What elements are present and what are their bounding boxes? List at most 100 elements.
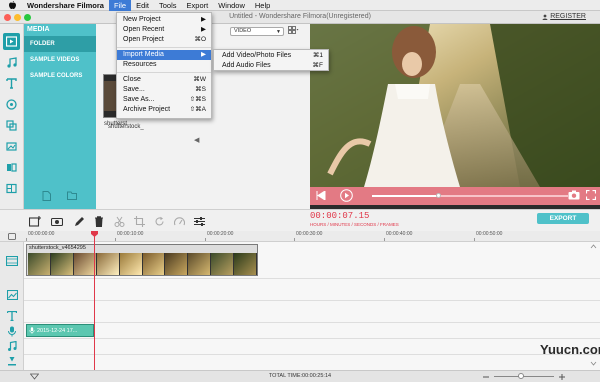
ruler-tick xyxy=(26,238,27,241)
clip-frame xyxy=(165,253,189,275)
ruler-settings-icon[interactable] xyxy=(8,233,16,242)
edit-pencil-icon[interactable] xyxy=(72,214,86,228)
media-type-dropdown[interactable]: VIDEO ▼ xyxy=(230,27,284,36)
video-track-icon[interactable] xyxy=(5,254,19,268)
menu-help[interactable]: Help xyxy=(250,0,275,11)
previous-frame-button[interactable] xyxy=(316,191,326,200)
menu-item-add-video-photo[interactable]: Add Video/Photo Files ⌘1 xyxy=(214,51,328,61)
zoom-slider[interactable] xyxy=(494,373,554,379)
playhead[interactable] xyxy=(94,232,95,370)
menu-item-new-project[interactable]: New Project ▶ xyxy=(117,15,211,25)
watermark-text: Yuucn.com xyxy=(540,342,600,357)
zoom-in-icon[interactable] xyxy=(558,373,566,382)
video-clip-frames xyxy=(28,253,257,275)
voiceover-clip[interactable]: 2015-12-24 17... xyxy=(26,324,94,337)
menu-item-save[interactable]: Save... ⌘S xyxy=(117,85,211,95)
menu-separator xyxy=(117,72,211,73)
ruler-tick xyxy=(294,238,295,241)
timeline-ruler[interactable]: 00:00:00:00 00:00:10:00 00:00:20:00 00:0… xyxy=(0,231,600,242)
clip-frame xyxy=(119,253,143,275)
menu-app-name[interactable]: Wondershare Filmora xyxy=(22,0,109,11)
menu-export[interactable]: Export xyxy=(182,0,214,11)
ruler-tick xyxy=(474,238,475,241)
menu-window[interactable]: Window xyxy=(213,0,250,11)
status-bar: TOTAL TIME:00:00:25:14 xyxy=(0,370,600,382)
split-screen-tab-icon[interactable] xyxy=(3,180,20,197)
pip-track-icon[interactable] xyxy=(5,288,19,302)
filters-tab-icon[interactable] xyxy=(3,96,20,113)
timeline-tracks[interactable]: shutterstock_v4654295 2015-12-24 17... xyxy=(24,242,600,370)
menu-item-shortcut: ⌘1 xyxy=(312,52,323,59)
video-clip[interactable]: shutterstock_v4654295 xyxy=(26,244,258,276)
category-sample-colors[interactable]: SAMPLE COLORS xyxy=(24,68,96,84)
menu-item-open-project[interactable]: Open Project ⌘O xyxy=(117,35,211,45)
voiceover-mic-icon[interactable] xyxy=(5,324,19,338)
cut-scissors-icon[interactable] xyxy=(112,214,126,228)
play-button[interactable] xyxy=(340,189,353,202)
fullscreen-icon[interactable] xyxy=(586,190,596,200)
menu-item-label: Open Project xyxy=(123,36,164,43)
menu-edit[interactable]: Edit xyxy=(131,0,154,11)
menu-tools[interactable]: Tools xyxy=(154,0,182,11)
register-label: REGISTER xyxy=(550,13,586,20)
apple-icon[interactable] xyxy=(8,1,16,10)
register-link[interactable]: REGISTER xyxy=(542,13,586,20)
thumbnail-label-2: shutterstock_ xyxy=(108,124,144,130)
folder-icon[interactable] xyxy=(67,191,77,203)
submenu-arrow-icon: ▶ xyxy=(201,51,206,58)
music-tab-icon[interactable] xyxy=(3,54,20,71)
menu-item-resources[interactable]: Resources xyxy=(117,60,211,70)
music-track-icon[interactable] xyxy=(5,339,19,353)
playback-control-bar xyxy=(310,187,600,205)
menu-item-shortcut: ⇧⌘S xyxy=(189,96,206,103)
menu-item-label: Add Video/Photo Files xyxy=(222,52,292,59)
menu-item-label: Import Media xyxy=(123,51,164,58)
add-media-icon[interactable] xyxy=(28,214,42,228)
media-tab-icon[interactable] xyxy=(3,33,20,50)
export-button[interactable]: EXPORT xyxy=(537,213,589,224)
clip-frame xyxy=(50,253,74,275)
menu-item-label: New Project xyxy=(123,16,161,23)
menu-item-save-as[interactable]: Save As... ⇧⌘S xyxy=(117,95,211,105)
delete-trash-icon[interactable] xyxy=(92,214,106,228)
speed-icon[interactable] xyxy=(172,214,186,228)
snapshot-camera-icon[interactable] xyxy=(568,190,580,200)
crop-icon[interactable] xyxy=(132,214,146,228)
elements-tab-icon[interactable] xyxy=(3,138,20,155)
menu-item-import-media[interactable]: Import Media ▶ xyxy=(117,50,211,60)
playback-progress-bar[interactable] xyxy=(372,193,568,198)
zoom-out-icon[interactable] xyxy=(482,373,490,382)
ruler-tick xyxy=(115,238,116,241)
track-divider xyxy=(24,354,600,355)
clip-frame xyxy=(142,253,166,275)
menu-item-close[interactable]: Close ⌘W xyxy=(117,75,211,85)
transitions-tab-icon[interactable] xyxy=(3,159,20,176)
menu-item-label: Save As... xyxy=(123,96,155,103)
category-sample-videos[interactable]: SAMPLE VIDEOS xyxy=(24,52,96,68)
rotate-icon[interactable] xyxy=(152,214,166,228)
ruler-label: 00:00:00:00 xyxy=(28,231,55,237)
menu-file[interactable]: File xyxy=(108,0,132,11)
menu-item-add-audio[interactable]: Add Audio Files ⌘F xyxy=(214,61,328,71)
text-tab-icon[interactable] xyxy=(3,75,20,92)
window-title-bar: Untitled - Wondershare Filmora(Unregiste… xyxy=(0,11,600,24)
user-icon xyxy=(542,14,548,20)
collapse-arrow-icon[interactable]: ◀ xyxy=(194,136,199,144)
zoom-slider-handle[interactable] xyxy=(518,373,524,379)
text-track-icon[interactable] xyxy=(5,309,19,323)
import-media-submenu: Add Video/Photo Files ⌘1 Add Audio Files ⌘… xyxy=(213,49,329,71)
category-folder[interactable]: FOLDER xyxy=(24,36,96,52)
timeline-toolbar xyxy=(0,209,600,231)
grid-view-icon[interactable] xyxy=(288,26,299,37)
overlays-tab-icon[interactable] xyxy=(3,117,20,134)
playback-progress-fill xyxy=(372,195,439,197)
playback-scrubber-handle[interactable] xyxy=(435,193,441,198)
track-headers xyxy=(0,242,24,370)
add-track-icon[interactable] xyxy=(5,354,19,368)
record-camera-icon[interactable] xyxy=(50,214,64,228)
menu-item-label: Archive Project xyxy=(123,106,171,113)
add-file-icon[interactable] xyxy=(42,191,51,203)
adjust-sliders-icon[interactable] xyxy=(192,214,206,228)
menu-item-archive-project[interactable]: Archive Project ⇧⌘A xyxy=(117,105,211,115)
menu-item-open-recent[interactable]: Open Recent ▶ xyxy=(117,25,211,35)
